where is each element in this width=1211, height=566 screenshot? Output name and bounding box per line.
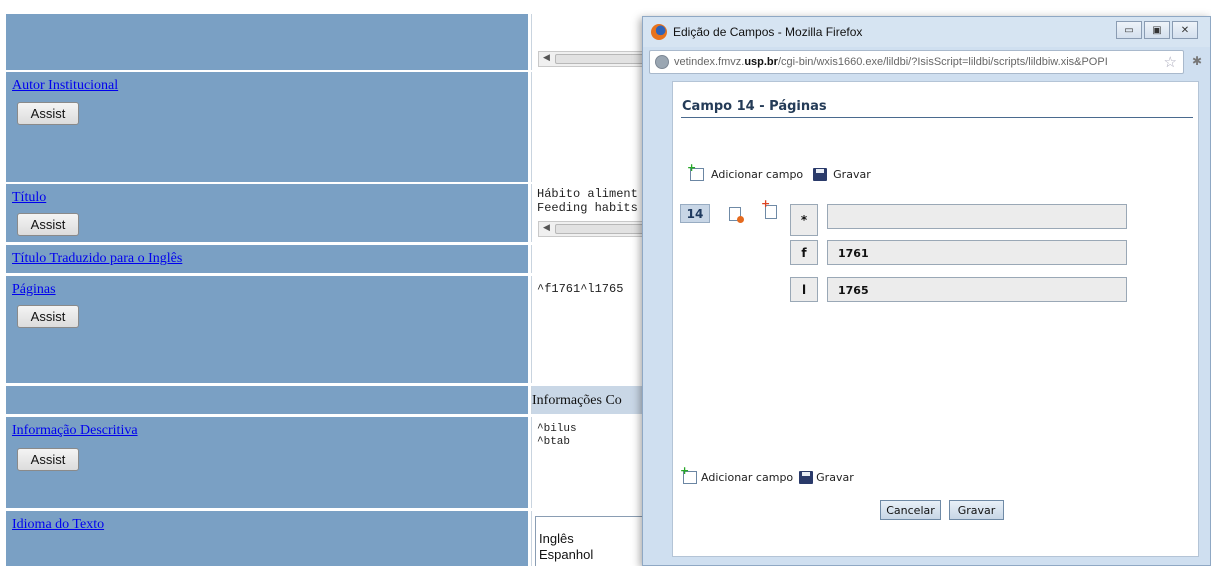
save-button[interactable]: Gravar: [949, 500, 1004, 520]
assist-button[interactable]: Assist: [17, 213, 79, 236]
idioma-link[interactable]: Idioma do Texto: [12, 517, 104, 533]
form-label-cell: Idioma do Texto: [6, 511, 528, 566]
save-icon[interactable]: [813, 168, 828, 181]
subfield-code-l: l: [790, 277, 818, 302]
maximize-button[interactable]: ▣: [1144, 21, 1170, 39]
form-label-cell: Título Assist: [6, 184, 528, 242]
heading-divider: [681, 117, 1193, 118]
site-identity-icon[interactable]: [655, 55, 669, 69]
informacao-descritiva-link[interactable]: Informação Descritiva: [12, 423, 138, 439]
subfield-input-asterisk[interactable]: [827, 204, 1127, 229]
url-text[interactable]: vetindex.fmvz.usp.br/cgi-bin/wxis1660.ex…: [674, 56, 1108, 68]
add-field-link[interactable]: Adicionar campo: [711, 168, 803, 181]
idioma-listbox[interactable]: Inglês Espanhol: [535, 516, 650, 566]
add-field-icon[interactable]: [687, 161, 704, 181]
bottom-toolbar: Adicionar campo Gravar: [680, 464, 854, 484]
add-field-icon[interactable]: [680, 464, 697, 484]
titulo-traduzido-link[interactable]: Título Traduzido para o Inglês: [12, 251, 182, 267]
close-icon: ✕: [1180, 24, 1190, 36]
minimize-icon: ▭: [1124, 24, 1134, 36]
form-label-cell: Título Traduzido para o Inglês: [6, 245, 528, 273]
window-titlebar[interactable]: Edição de Campos - Mozilla Firefox ▭ ▣ ✕: [643, 17, 1210, 47]
subfield-code-f: f: [790, 240, 818, 265]
bookmark-star-icon[interactable]: ☆: [1164, 53, 1177, 71]
save-link-bottom[interactable]: Gravar: [816, 471, 854, 484]
scrollbar-thumb[interactable]: [555, 54, 647, 64]
idioma-option-ingles[interactable]: Inglês: [539, 531, 574, 546]
add-field-link-bottom[interactable]: Adicionar campo: [701, 471, 793, 484]
subfield-code-asterisk: *: [790, 204, 818, 236]
top-toolbar: Adicionar campo Gravar: [687, 161, 871, 181]
addon-icon[interactable]: ✱: [1192, 54, 1202, 68]
maximize-icon: ▣: [1152, 24, 1162, 36]
minimize-button[interactable]: ▭: [1116, 21, 1142, 39]
assist-button[interactable]: Assist: [17, 448, 79, 471]
field-heading: Campo 14 - Páginas: [682, 99, 827, 114]
idioma-option-espanhol[interactable]: Espanhol: [539, 547, 593, 562]
assist-button[interactable]: Assist: [17, 305, 79, 328]
delete-occurrence-icon[interactable]: [729, 207, 744, 223]
subfield-input-f[interactable]: 1761: [827, 240, 1127, 265]
titulo-value-line-1: Hábito aliment: [537, 187, 638, 201]
scroll-left-icon[interactable]: ◀: [543, 223, 550, 233]
titulo-value-line-2: Feeding habits: [537, 201, 638, 215]
form-label-cell: Informação Descritiva Assist: [6, 417, 528, 508]
form-row-top-label-cell: [6, 14, 528, 70]
field-number-badge: 14: [680, 204, 710, 223]
save-icon[interactable]: [799, 471, 814, 484]
form-label-cell: Autor Institucional Assist: [6, 72, 528, 182]
autor-institucional-link[interactable]: Autor Institucional: [12, 78, 118, 94]
informacoes-section-header: Informações Co: [532, 393, 622, 408]
close-button[interactable]: ✕: [1172, 21, 1198, 39]
cancel-button[interactable]: Cancelar: [880, 500, 941, 520]
paginas-link[interactable]: Páginas: [12, 282, 56, 298]
add-occurrence-icon[interactable]: [761, 197, 777, 219]
form-label-cell: [6, 386, 528, 414]
horizontal-scrollbar[interactable]: ◀: [538, 51, 648, 67]
scrollbar-thumb[interactable]: [555, 224, 647, 234]
edicao-de-campos-window: Edição de Campos - Mozilla Firefox ▭ ▣ ✕…: [642, 16, 1211, 566]
form-label-cell: Páginas Assist: [6, 276, 528, 383]
window-title: Edição de Campos - Mozilla Firefox: [673, 25, 863, 39]
subfield-input-l[interactable]: 1765: [827, 277, 1127, 302]
url-bar[interactable]: vetindex.fmvz.usp.br/cgi-bin/wxis1660.ex…: [649, 50, 1184, 74]
save-link[interactable]: Gravar: [833, 168, 871, 181]
titulo-link[interactable]: Título: [12, 190, 46, 206]
assist-button[interactable]: Assist: [17, 102, 79, 125]
horizontal-scrollbar[interactable]: ◀: [538, 221, 648, 237]
popup-content: Campo 14 - Páginas Adicionar campo Grava…: [672, 81, 1199, 557]
informacao-descritiva-line-2: ^btab: [537, 436, 571, 448]
informacao-descritiva-line-1: ^bilus: [537, 423, 577, 435]
paginas-value-text: ^f1761^l1765: [537, 282, 624, 296]
scroll-left-icon[interactable]: ◀: [543, 53, 550, 63]
firefox-logo-icon: [651, 24, 667, 40]
